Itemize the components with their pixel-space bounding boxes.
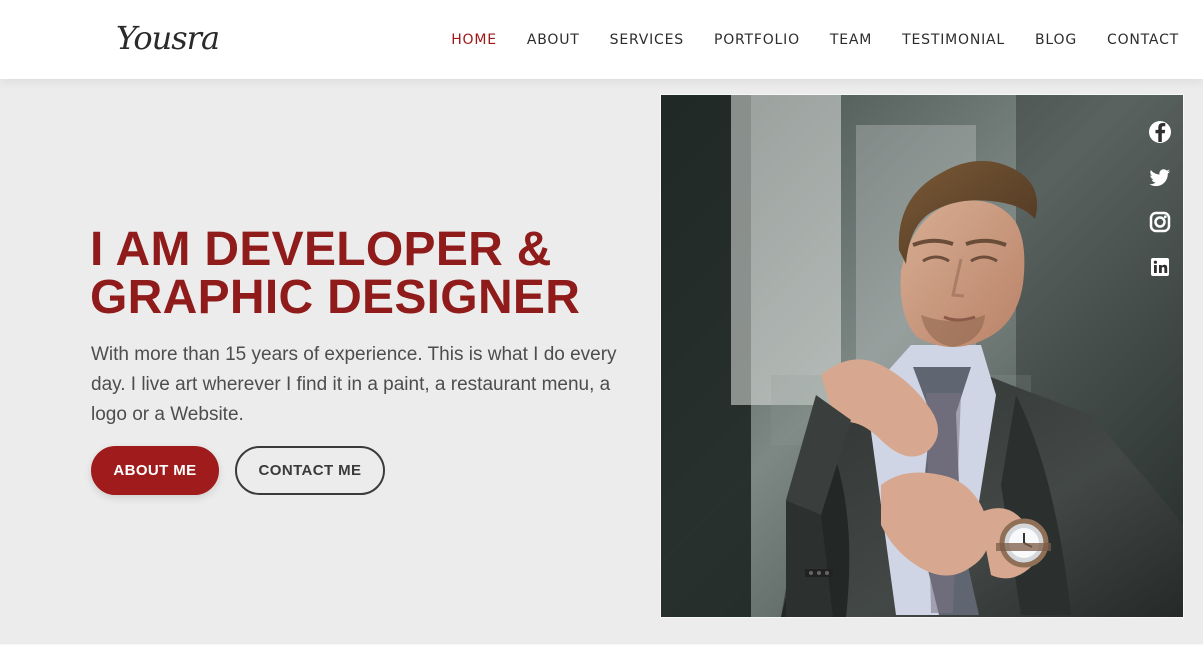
instagram-icon[interactable] xyxy=(1143,205,1177,239)
linkedin-icon[interactable] xyxy=(1143,250,1177,284)
site-logo[interactable]: Yousra xyxy=(116,12,220,64)
contact-me-button[interactable]: CONTACT ME xyxy=(235,446,385,495)
hero-title-line-1: I AM DEVELOPER & xyxy=(90,223,552,276)
nav-portfolio[interactable]: PORTFOLIO xyxy=(714,32,800,48)
nav-services[interactable]: SERVICES xyxy=(610,32,684,48)
hero-title-line-2: GRAPHIC DESIGNER xyxy=(90,271,581,324)
hero-description: With more than 15 years of experience. T… xyxy=(91,344,617,425)
twitter-icon[interactable] xyxy=(1143,160,1177,194)
nav-about[interactable]: ABOUT xyxy=(527,32,580,48)
main-nav: HOME ABOUT SERVICES PORTFOLIO TEAM TESTI… xyxy=(451,0,1179,79)
portrait-illustration xyxy=(661,95,1183,617)
nav-home[interactable]: HOME xyxy=(451,32,497,48)
nav-contact[interactable]: CONTACT xyxy=(1107,32,1179,48)
hero-title: I AM DEVELOPER & GRAPHIC DESIGNER xyxy=(90,226,630,322)
about-me-button[interactable]: ABOUT ME xyxy=(91,446,219,495)
facebook-icon[interactable] xyxy=(1143,115,1177,149)
top-navigation-bar: Yousra HOME ABOUT SERVICES PORTFOLIO TEA… xyxy=(0,0,1203,79)
portrait-photo xyxy=(661,95,1183,617)
nav-testimonial[interactable]: TESTIMONIAL xyxy=(902,32,1005,48)
nav-team[interactable]: TEAM xyxy=(830,32,872,48)
social-links xyxy=(1143,115,1177,295)
nav-blog[interactable]: BLOG xyxy=(1035,32,1077,48)
